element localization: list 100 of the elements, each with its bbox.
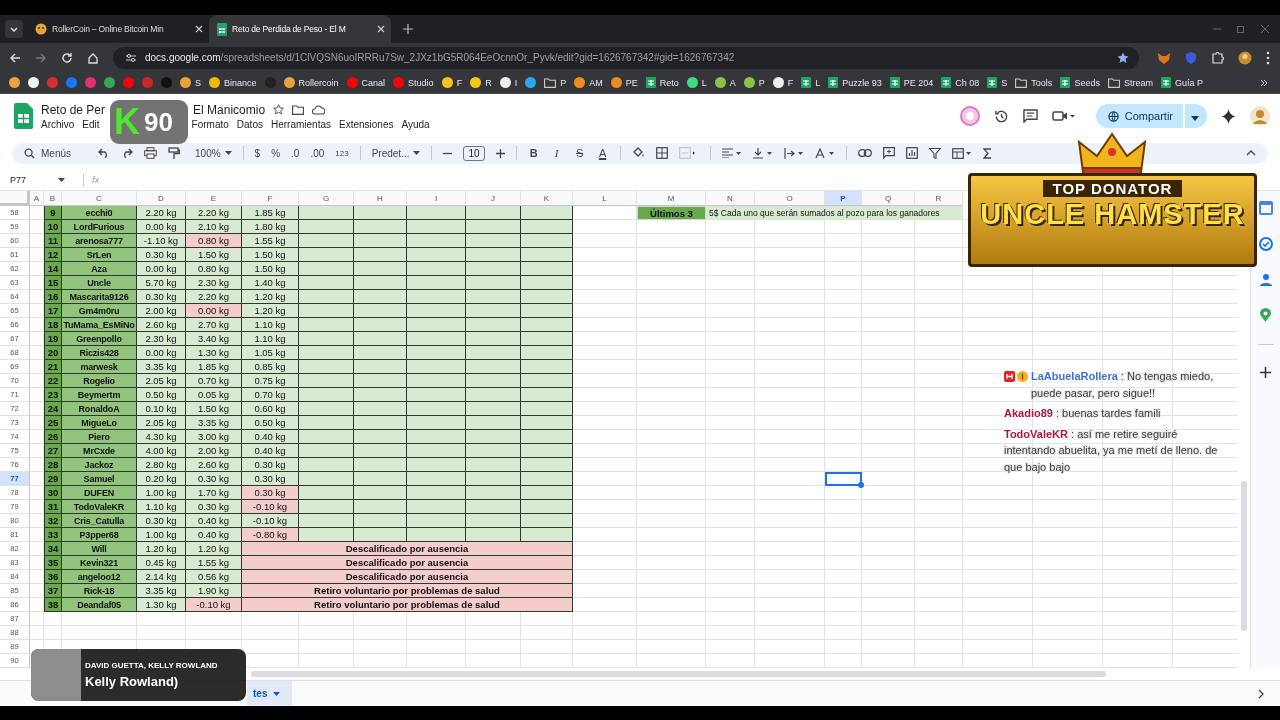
column-header[interactable]: C bbox=[62, 191, 137, 207]
sparkle-icon[interactable] bbox=[1221, 108, 1236, 124]
new-tab-icon[interactable] bbox=[403, 24, 413, 34]
column-header[interactable]: R bbox=[915, 191, 963, 207]
column-header[interactable]: D bbox=[137, 191, 186, 207]
back-icon[interactable] bbox=[9, 51, 21, 64]
bookmark-link[interactable]: AM bbox=[589, 77, 603, 88]
forward-icon[interactable] bbox=[35, 51, 47, 64]
bookmark-icon[interactable] bbox=[610, 77, 622, 88]
menu-item[interactable]: Datos bbox=[236, 118, 263, 130]
cloud-icon[interactable] bbox=[312, 104, 326, 115]
column-header[interactable]: A bbox=[30, 191, 44, 207]
puzzle-icon[interactable] bbox=[1211, 51, 1224, 64]
zoom-dropdown[interactable]: 100% bbox=[195, 147, 232, 159]
menu-item[interactable]: Edit bbox=[82, 118, 100, 130]
user-avatar-icon[interactable] bbox=[1250, 106, 1270, 127]
column-header[interactable]: H bbox=[354, 191, 407, 207]
bookmark-icon[interactable] bbox=[470, 77, 482, 88]
bookmark-icon[interactable] bbox=[714, 77, 726, 88]
column-header[interactable]: G bbox=[299, 191, 354, 207]
filter-icon[interactable] bbox=[928, 147, 941, 159]
spreadsheet-icon[interactable] bbox=[941, 77, 952, 88]
caret-icon[interactable] bbox=[58, 178, 65, 183]
bookmark-icon[interactable] bbox=[772, 77, 784, 88]
tasks-icon[interactable] bbox=[1258, 237, 1273, 252]
share-button[interactable]: Compartir bbox=[1095, 104, 1183, 129]
borders-icon[interactable] bbox=[655, 147, 668, 160]
filter-views-icon[interactable] bbox=[951, 147, 972, 159]
menu-item[interactable]: Ayuda bbox=[401, 118, 430, 130]
menu-item[interactable]: Extensiones bbox=[339, 118, 394, 130]
font-size-field[interactable]: 10 bbox=[463, 145, 485, 161]
decrease-decimal-button[interactable]: .0 bbox=[291, 147, 300, 159]
bookmark-link[interactable]: R bbox=[485, 77, 492, 88]
bookmark-link[interactable]: P bbox=[560, 77, 567, 88]
bookmark-link[interactable]: Seeds bbox=[1074, 77, 1100, 88]
profile-icon[interactable] bbox=[1238, 50, 1252, 65]
bookmark-icon[interactable] bbox=[180, 77, 191, 88]
column-header[interactable]: P bbox=[825, 191, 862, 207]
bookmark-link[interactable]: S bbox=[1001, 77, 1008, 88]
home-icon[interactable] bbox=[87, 51, 99, 64]
bookmark-link[interactable]: S bbox=[195, 77, 201, 88]
menu-item[interactable]: Formato bbox=[191, 118, 229, 130]
browser-tab[interactable]: Reto de Perdida de Peso - El M bbox=[209, 15, 391, 43]
bookmark-link[interactable]: Canal bbox=[361, 77, 386, 88]
spreadsheet-icon[interactable] bbox=[889, 77, 900, 88]
active-cell[interactable] bbox=[825, 472, 862, 487]
bookmark-link[interactable]: Rollercoin bbox=[298, 77, 339, 88]
bookmark-link[interactable]: F bbox=[456, 77, 463, 88]
number-format-button[interactable]: 123 bbox=[335, 148, 349, 158]
bookmark-link[interactable]: P bbox=[758, 77, 765, 88]
bookmark-icon[interactable] bbox=[743, 77, 755, 88]
plus-icon[interactable] bbox=[495, 148, 505, 158]
plus-icon[interactable] bbox=[1260, 367, 1271, 379]
bookmark-link[interactable]: A bbox=[729, 77, 736, 88]
star-icon[interactable] bbox=[1117, 51, 1129, 64]
column-header[interactable]: K bbox=[521, 191, 573, 207]
format-button[interactable]: B bbox=[527, 147, 540, 160]
currency-button[interactable]: $ bbox=[254, 147, 261, 159]
spreadsheet-icon[interactable] bbox=[1060, 77, 1071, 88]
bookmark-icon[interactable] bbox=[283, 77, 295, 88]
share-options-button[interactable] bbox=[1184, 104, 1207, 129]
column-header[interactable]: E bbox=[186, 191, 242, 207]
bookmark-icon[interactable] bbox=[209, 77, 220, 88]
column-header[interactable]: I bbox=[407, 191, 466, 207]
undo-icon[interactable] bbox=[98, 148, 110, 159]
bookmark-link[interactable]: Binance bbox=[224, 77, 257, 88]
bookmark-link[interactable]: Guía P bbox=[1174, 77, 1203, 88]
star-icon[interactable] bbox=[273, 104, 285, 116]
functions-icon[interactable] bbox=[982, 147, 992, 159]
column-header[interactable]: M bbox=[637, 191, 706, 207]
bookmark-icon[interactable] bbox=[28, 77, 39, 88]
percent-button[interactable]: % bbox=[271, 147, 281, 159]
font-dropdown[interactable]: Predet... bbox=[371, 147, 421, 159]
spreadsheet-icon[interactable] bbox=[801, 77, 812, 88]
sheet-tab[interactable]: tes bbox=[247, 681, 293, 706]
folder-icon[interactable] bbox=[292, 104, 305, 115]
column-header[interactable]: F bbox=[242, 191, 299, 207]
map-pin-icon[interactable] bbox=[1260, 308, 1271, 323]
video-call-icon[interactable] bbox=[1051, 110, 1076, 123]
bookmark-link[interactable]: Puzzle 93 bbox=[842, 77, 882, 88]
bookmark-icon[interactable] bbox=[686, 77, 698, 88]
bookmark-icon[interactable] bbox=[525, 77, 537, 88]
paint-format-icon[interactable] bbox=[168, 146, 180, 160]
column-header[interactable]: L bbox=[573, 191, 637, 207]
collapse-icon[interactable] bbox=[1246, 150, 1256, 157]
bookmark-link[interactable]: PE bbox=[625, 77, 638, 88]
menu-icon[interactable] bbox=[1266, 50, 1270, 65]
text-wrap-icon[interactable] bbox=[783, 147, 804, 159]
format-button[interactable]: S bbox=[573, 147, 586, 160]
menu-item[interactable]: Archivo bbox=[41, 118, 75, 130]
bookmark-link[interactable]: Tools bbox=[1031, 77, 1053, 88]
spreadsheet-icon[interactable] bbox=[987, 77, 998, 88]
column-header[interactable]: B bbox=[44, 191, 62, 207]
chart-icon[interactable] bbox=[905, 147, 918, 160]
align-icon[interactable] bbox=[721, 148, 742, 159]
format-button[interactable]: A bbox=[596, 147, 609, 160]
bookmark-link[interactable]: PE 204 bbox=[903, 77, 934, 88]
comment-icon[interactable] bbox=[1022, 109, 1038, 124]
column-header[interactable]: Q bbox=[862, 191, 915, 207]
bookmark-link[interactable]: L bbox=[815, 77, 821, 88]
